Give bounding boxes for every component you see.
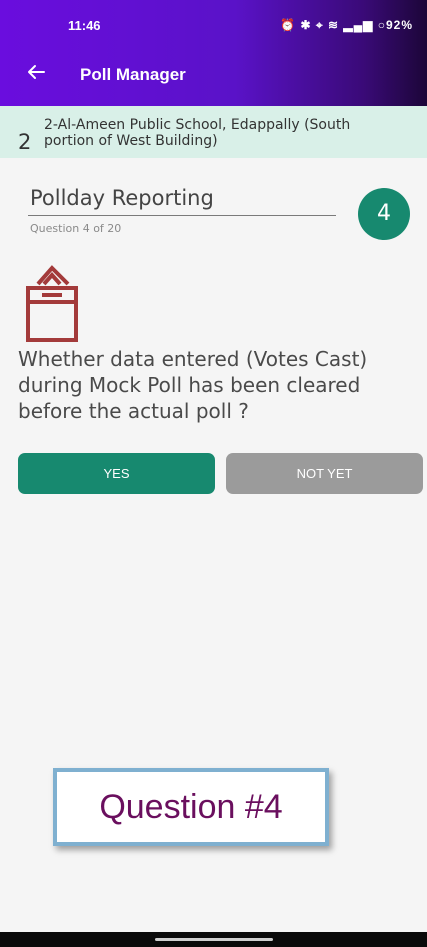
battery-icon: ○ — [377, 18, 386, 32]
status-time: 11:46 — [68, 18, 101, 33]
question-callout: Question #4 — [53, 768, 329, 846]
yes-button[interactable]: YES — [18, 453, 215, 494]
system-nav-bar — [0, 932, 427, 947]
battery-level: 92% — [385, 18, 413, 32]
ballot-box-icon — [26, 265, 78, 342]
not-yet-button[interactable]: NOT YET — [226, 453, 423, 494]
question-progress: Question 4 of 20 — [30, 222, 122, 235]
app-bar: 11:46 ⏰ ✱ ⌖ ≋ ▂▄▆ ○92% Poll Manager — [0, 0, 427, 106]
section-divider — [28, 215, 336, 216]
question-number-badge: 4 — [358, 188, 410, 240]
home-handle[interactable] — [155, 938, 273, 941]
bluetooth-icon: ✱ — [300, 18, 312, 32]
location-icon: ⌖ — [315, 18, 324, 32]
back-arrow-icon[interactable] — [26, 62, 46, 82]
alarm-icon: ⏰ — [280, 18, 297, 32]
signal-icon: ▂▄▆ — [343, 18, 374, 32]
app-title: Poll Manager — [80, 65, 186, 84]
station-name: 2-Al-Ameen Public School, Edappally (Sou… — [44, 117, 351, 149]
status-icons: ⏰ ✱ ⌖ ≋ ▂▄▆ ○92% — [280, 18, 413, 33]
question-text: Whether data entered (Votes Cast) during… — [18, 347, 368, 423]
station-number: 2 — [18, 130, 32, 154]
section-title: Pollday Reporting — [30, 186, 214, 210]
wifi-icon: ≋ — [328, 18, 340, 32]
